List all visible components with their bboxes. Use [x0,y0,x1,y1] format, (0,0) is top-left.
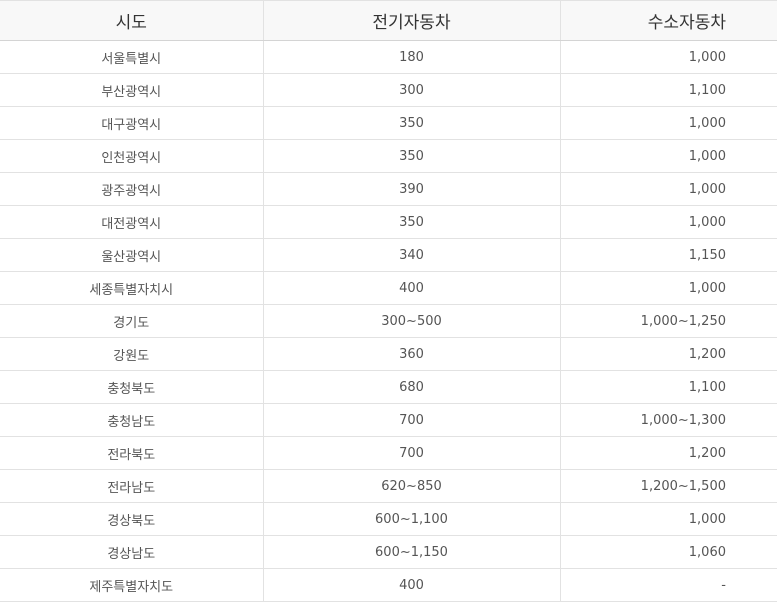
header-region: 시도 [0,0,263,41]
header-row: 시도 전기자동차 수소자동차 [0,0,777,41]
region-cell: 경상남도 [0,535,263,569]
electric-cell: 600~1,150 [262,535,560,569]
electric-cell: 350 [262,139,560,173]
table-header: 시도 전기자동차 수소자동차 [0,0,777,41]
table-row: 세종특별자치시 400 1,000 [0,271,777,305]
region-cell: 부산광역시 [0,73,263,107]
electric-cell: 390 [262,172,560,206]
electric-cell: 680 [262,370,560,404]
electric-cell: 700 [262,403,560,437]
header-electric-vehicle: 전기자동차 [262,0,560,41]
electric-cell: 400 [262,568,560,602]
table-row: 경기도 300~500 1,000~1,250 [0,304,777,338]
hydrogen-cell: 1,000 [559,502,777,536]
hydrogen-cell: 1,000 [559,40,777,74]
electric-cell: 350 [262,205,560,239]
hydrogen-cell: 1,000 [559,172,777,206]
hydrogen-cell: 1,100 [559,370,777,404]
region-cell: 충청북도 [0,370,263,404]
subsidy-table: 시도 전기자동차 수소자동차 서울특별시 180 1,000 부산광역시 300… [0,0,777,602]
hydrogen-cell: 1,000~1,250 [559,304,777,338]
electric-cell: 360 [262,337,560,371]
region-cell: 전라북도 [0,436,263,470]
region-cell: 대전광역시 [0,205,263,239]
table-row: 전라남도 620~850 1,200~1,500 [0,469,777,503]
region-cell: 세종특별자치시 [0,271,263,305]
electric-cell: 340 [262,238,560,272]
hydrogen-cell: 1,150 [559,238,777,272]
hydrogen-cell: 1,100 [559,73,777,107]
region-cell: 충청남도 [0,403,263,437]
hydrogen-cell: - [559,568,777,602]
table-row: 전라북도 700 1,200 [0,436,777,470]
electric-cell: 180 [262,40,560,74]
table-row: 강원도 360 1,200 [0,337,777,371]
hydrogen-cell: 1,200 [559,337,777,371]
table-row: 충청남도 700 1,000~1,300 [0,403,777,437]
electric-cell: 400 [262,271,560,305]
electric-cell: 350 [262,106,560,140]
region-cell: 제주특별자치도 [0,568,263,602]
table-row: 제주특별자치도 400 - [0,568,777,602]
region-cell: 대구광역시 [0,106,263,140]
hydrogen-cell: 1,000~1,300 [559,403,777,437]
table-row: 서울특별시 180 1,000 [0,40,777,74]
table-row: 대전광역시 350 1,000 [0,205,777,239]
hydrogen-cell: 1,200 [559,436,777,470]
region-cell: 광주광역시 [0,172,263,206]
header-hydrogen-vehicle: 수소자동차 [559,0,777,41]
electric-cell: 600~1,100 [262,502,560,536]
electric-cell: 620~850 [262,469,560,503]
region-cell: 경기도 [0,304,263,338]
region-cell: 경상북도 [0,502,263,536]
hydrogen-cell: 1,000 [559,205,777,239]
table-row: 충청북도 680 1,100 [0,370,777,404]
table-row: 경상남도 600~1,150 1,060 [0,535,777,569]
table-row: 광주광역시 390 1,000 [0,172,777,206]
table-body: 서울특별시 180 1,000 부산광역시 300 1,100 대구광역시 35… [0,40,777,602]
table-row: 울산광역시 340 1,150 [0,238,777,272]
table-row: 부산광역시 300 1,100 [0,73,777,107]
electric-cell: 300~500 [262,304,560,338]
hydrogen-cell: 1,000 [559,139,777,173]
table-row: 대구광역시 350 1,000 [0,106,777,140]
region-cell: 전라남도 [0,469,263,503]
hydrogen-cell: 1,060 [559,535,777,569]
region-cell: 서울특별시 [0,40,263,74]
hydrogen-cell: 1,000 [559,271,777,305]
electric-cell: 300 [262,73,560,107]
region-cell: 강원도 [0,337,263,371]
region-cell: 울산광역시 [0,238,263,272]
region-cell: 인천광역시 [0,139,263,173]
hydrogen-cell: 1,000 [559,106,777,140]
table-row: 경상북도 600~1,100 1,000 [0,502,777,536]
hydrogen-cell: 1,200~1,500 [559,469,777,503]
table-row: 인천광역시 350 1,000 [0,139,777,173]
electric-cell: 700 [262,436,560,470]
